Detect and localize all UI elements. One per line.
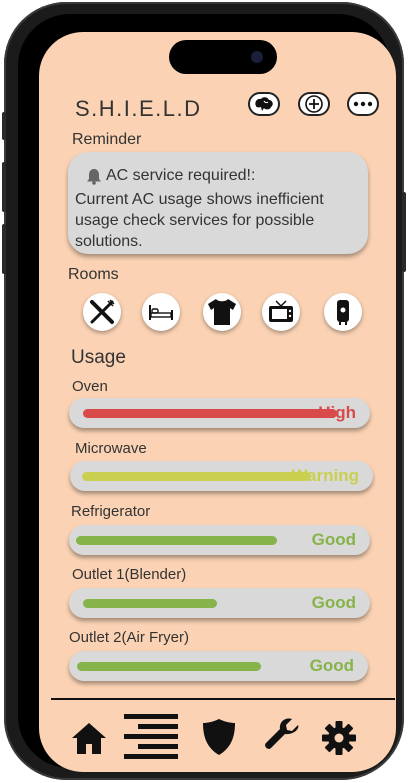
usage-status: Warning xyxy=(291,466,359,485)
volume-up-button xyxy=(2,162,6,212)
gear-icon xyxy=(322,721,356,755)
menu-icon xyxy=(124,714,178,759)
camera-icon xyxy=(251,51,263,63)
usage-item-label: Outlet 1(Blender) xyxy=(72,566,187,583)
nav-divider xyxy=(51,698,395,700)
usage-meter[interactable]: Good xyxy=(69,651,368,681)
usage-status: Good xyxy=(309,656,354,675)
room-living-button[interactable] xyxy=(262,293,300,331)
wrench-icon xyxy=(265,718,299,749)
usage-status: High xyxy=(318,403,356,422)
home-icon xyxy=(72,723,106,754)
bell-icon xyxy=(87,168,101,185)
usage-meter[interactable]: Warning xyxy=(70,461,373,491)
usage-status: Good xyxy=(311,593,356,612)
usage-meter-fill xyxy=(82,472,311,481)
dynamic-island xyxy=(169,40,277,74)
app-title: S.H.I.E.L.D xyxy=(75,96,202,121)
fork-knife-icon xyxy=(90,299,115,324)
reminder-heading-row: AC service required!: xyxy=(86,167,255,185)
usage-meter-fill xyxy=(83,409,337,418)
reminder-card[interactable]: AC service required!: Current AC usage s… xyxy=(68,152,368,254)
more-icon xyxy=(353,101,373,107)
rooms-label: Rooms xyxy=(68,266,119,283)
power-button xyxy=(402,192,406,272)
nav-menu-button[interactable] xyxy=(123,712,179,762)
nav-security-button[interactable] xyxy=(199,715,239,759)
usage-title: Usage xyxy=(71,347,126,368)
reminder-message: Current AC usage shows inefficient usage… xyxy=(75,191,324,250)
room-laundry-button[interactable] xyxy=(203,293,241,331)
nav-tools-button[interactable] xyxy=(260,714,304,758)
bezel: S.H.I.E.L.D Reminder AC service required… xyxy=(18,14,396,772)
room-kitchen-button[interactable] xyxy=(83,293,121,331)
shield-icon xyxy=(203,719,235,755)
bed-icon xyxy=(149,305,173,320)
usage-item-label: Outlet 2(Air Fryer) xyxy=(69,629,190,646)
reminder-label: Reminder xyxy=(72,131,142,148)
usage-meter-fill xyxy=(77,662,261,671)
usage-item-label: Refrigerator xyxy=(71,503,151,520)
tv-icon xyxy=(269,300,293,322)
more-button[interactable] xyxy=(347,92,379,116)
usage-meter[interactable]: Good xyxy=(69,525,370,555)
usage-meter[interactable]: Good xyxy=(69,588,370,618)
mute-switch xyxy=(2,112,6,140)
nav-settings-button[interactable] xyxy=(319,718,359,758)
reminder-heading: AC service required!: xyxy=(106,167,256,184)
usage-meter-fill xyxy=(76,536,277,545)
nav-home-button[interactable] xyxy=(69,716,109,760)
add-button[interactable] xyxy=(298,92,330,116)
usage-item-label: Microwave xyxy=(75,440,147,457)
volume-down-button xyxy=(2,224,6,274)
usage-status: Good xyxy=(311,530,356,549)
shirt-icon xyxy=(208,299,236,325)
usage-meter[interactable]: High xyxy=(69,398,370,428)
room-bedroom-button[interactable] xyxy=(142,293,180,331)
usage-item-label: Oven xyxy=(72,378,108,395)
phone-frame: S.H.I.E.L.D Reminder AC service required… xyxy=(2,2,406,780)
app-screen: S.H.I.E.L.D Reminder AC service required… xyxy=(39,32,396,772)
brain-icon xyxy=(255,97,273,111)
plus-icon xyxy=(305,95,323,113)
brain-button[interactable] xyxy=(248,92,280,116)
usage-meter-fill xyxy=(83,599,217,608)
room-utility-button[interactable] xyxy=(324,293,362,331)
water-heater-icon xyxy=(337,300,349,325)
